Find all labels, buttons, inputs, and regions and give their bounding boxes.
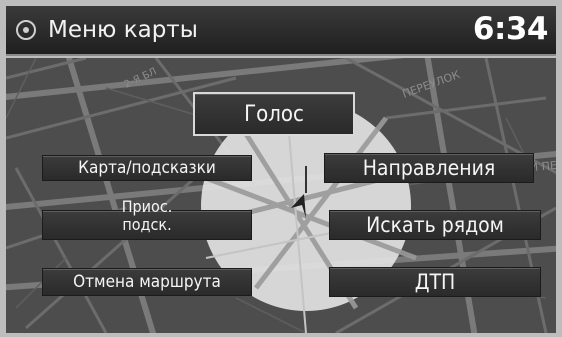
pause-hints-button[interactable]: Приос. подск. [42, 198, 252, 240]
street-label: 2-Я БЛ [123, 66, 159, 91]
cancel-route-button[interactable]: Отмена маршрута [42, 268, 252, 296]
clock: 6:34 [472, 11, 549, 47]
map-view[interactable]: ПЕРЕУЛОК УЛАНСКИЙ ПЕР 2-Я БЛ Голос Карта… [6, 58, 556, 333]
directions-button[interactable]: Направления [324, 153, 534, 183]
navigation-screen: Меню карты 6:34 ПЕРЕУЛОК ПЕР 2-Я БЛ Голо… [0, 0, 562, 337]
pause-hints-label-line2: подск. [122, 215, 172, 234]
voice-button[interactable]: Голос [193, 92, 355, 136]
page-title: Меню карты [48, 17, 198, 43]
search-nearby-button[interactable]: Искать рядом [329, 210, 541, 240]
traffic-button[interactable]: ДТП [329, 267, 541, 297]
header-bar: Меню карты 6:34 [6, 6, 556, 56]
pause-hints-label-line1: Приос. [121, 197, 173, 216]
map-hints-button[interactable]: Карта/подсказки [42, 155, 252, 181]
map-menu-icon [16, 20, 36, 40]
